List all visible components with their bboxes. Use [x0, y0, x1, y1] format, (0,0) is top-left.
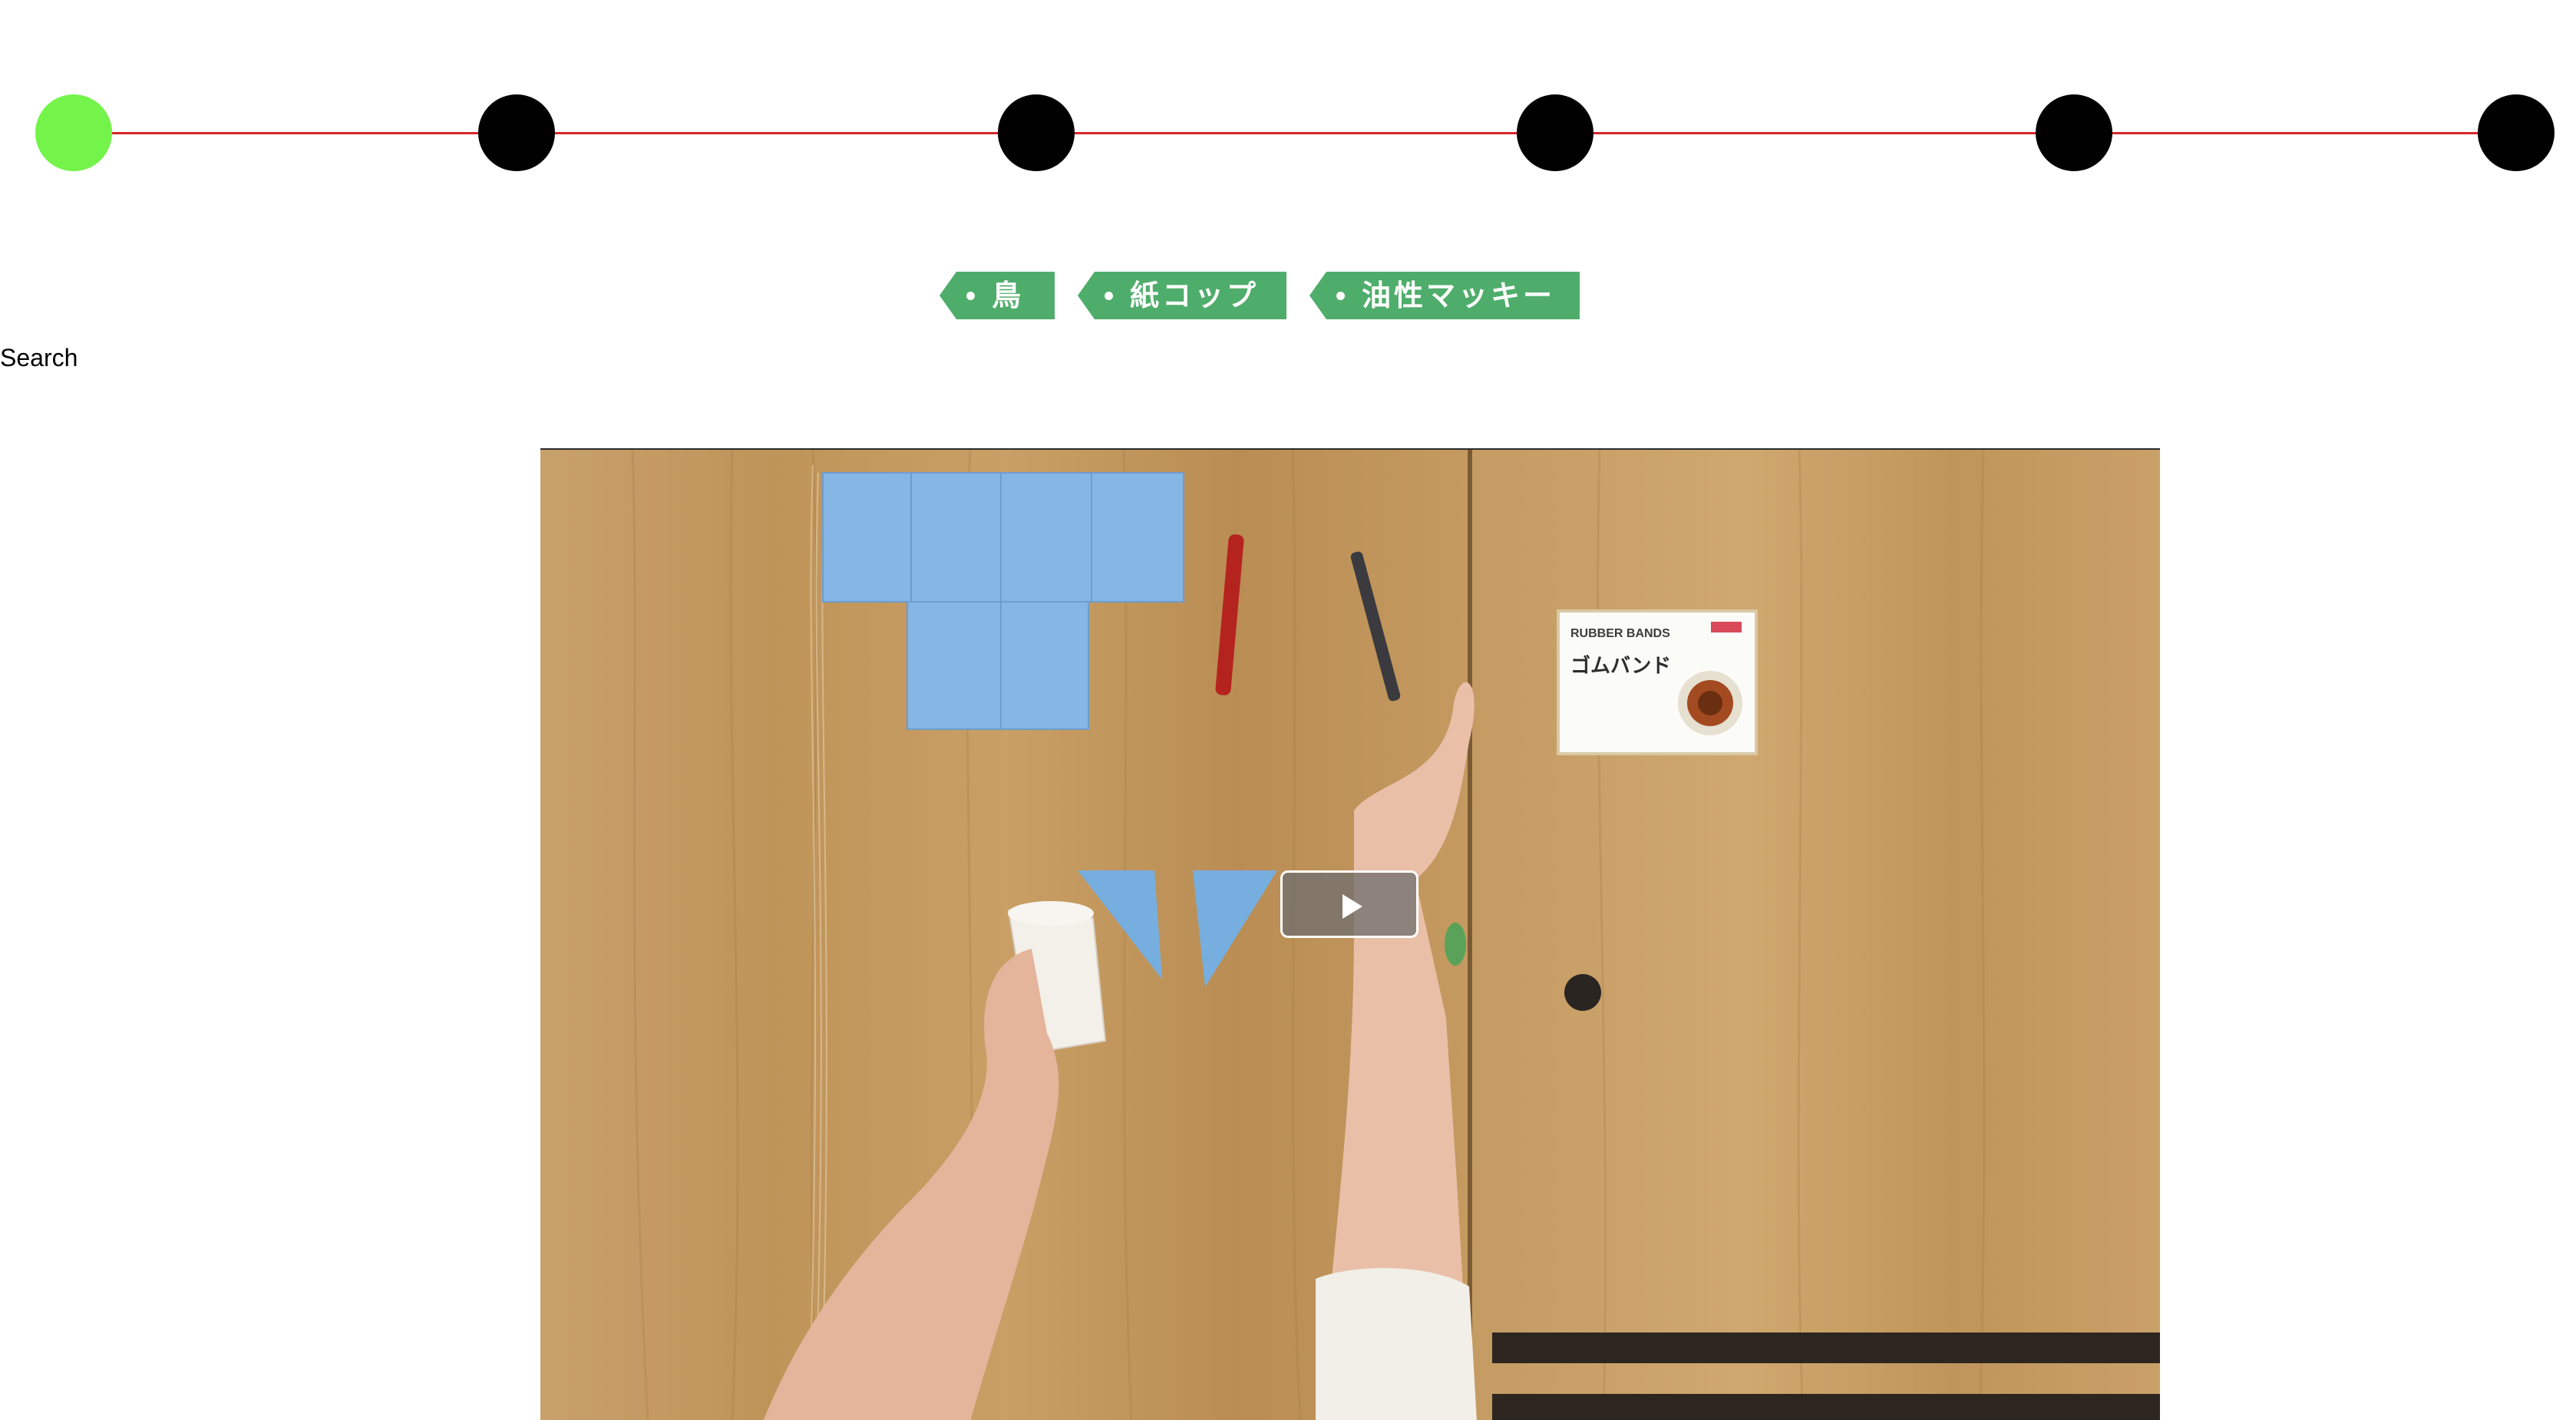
tag-bird[interactable]: 鳥	[940, 272, 1055, 319]
tag-label: 油性マッキー	[1362, 279, 1556, 312]
search-label[interactable]: Search	[0, 342, 78, 373]
tag-oil-marker[interactable]: 油性マッキー	[1309, 272, 1580, 319]
tag-label: 鳥	[992, 279, 1025, 312]
tag-hole-icon	[966, 292, 975, 300]
package-label: ゴムバンド	[1570, 654, 1671, 678]
step-5-dot[interactable]	[2036, 94, 2112, 171]
step-1-dot[interactable]	[35, 94, 112, 171]
play-icon	[1342, 894, 1362, 919]
tag-hole-icon	[1336, 292, 1345, 300]
step-6-dot[interactable]	[2478, 94, 2555, 171]
video-play-button[interactable]	[1280, 870, 1418, 938]
step-2-dot[interactable]	[478, 94, 555, 171]
step-3-dot[interactable]	[998, 94, 1075, 171]
tag-label: 紙コップ	[1130, 279, 1260, 312]
tag-list: 鳥 紙コップ 油性マッキー	[0, 272, 2576, 319]
video-player[interactable]: RUBBER BANDS ゴムバンド	[540, 448, 2160, 1420]
step-4-dot[interactable]	[1517, 94, 1593, 171]
step-progress-timeline	[0, 0, 2576, 200]
package-label-en: RUBBER BANDS	[1570, 627, 1670, 640]
tag-hole-icon	[1105, 292, 1113, 300]
timeline-connector-line	[74, 132, 2536, 134]
tag-paper-cup[interactable]: 紙コップ	[1078, 272, 1286, 319]
